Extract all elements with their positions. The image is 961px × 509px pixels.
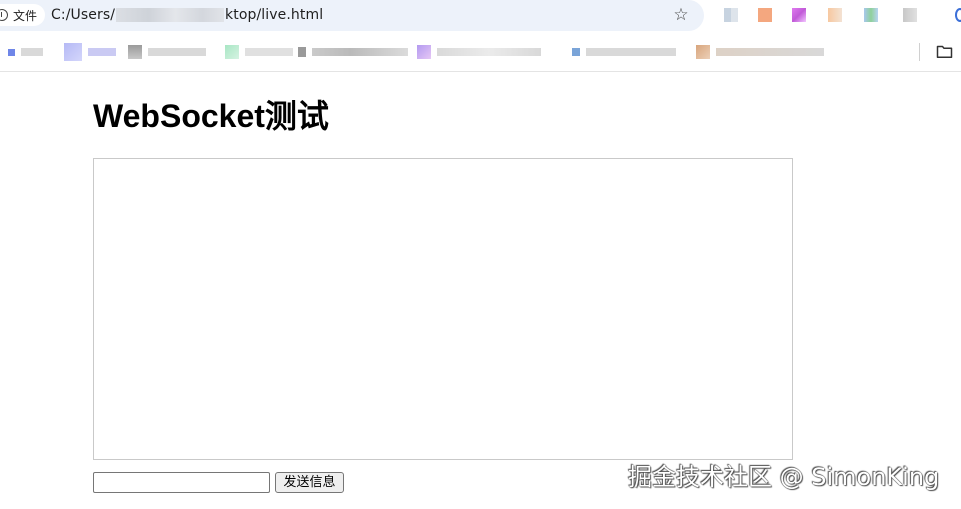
- extension-icon[interactable]: [724, 8, 738, 22]
- bookmark-item[interactable]: [298, 44, 408, 60]
- url-start: C:/Users/: [51, 7, 116, 23]
- extension-icon[interactable]: [758, 8, 772, 22]
- watermark: 掘金技术社区 @ SimonKing: [628, 463, 940, 491]
- site-info-chip[interactable]: 文件: [0, 4, 46, 26]
- url-text[interactable]: C:/Users/ ktop/live.html: [51, 6, 323, 24]
- bookmarks-bar: [0, 32, 961, 72]
- extension-icon[interactable]: [828, 8, 842, 22]
- message-input[interactable]: [93, 472, 270, 493]
- bookmark-item[interactable]: [64, 43, 116, 61]
- bookmarks-separator: [919, 43, 920, 61]
- message-display-area: [93, 158, 793, 460]
- bookmark-favicon-icon: [225, 45, 239, 59]
- site-info-label: 文件: [13, 8, 38, 23]
- bookmark-blur: [312, 48, 408, 56]
- bookmark-blur: [148, 48, 206, 56]
- star-icon[interactable]: ☆: [672, 6, 690, 24]
- profile-icon[interactable]: [955, 8, 961, 22]
- bookmark-item[interactable]: [696, 44, 824, 60]
- bookmark-blur: [437, 48, 541, 56]
- bookmark-favicon-icon: [417, 45, 431, 59]
- bookmark-item[interactable]: [572, 44, 676, 60]
- send-message-button[interactable]: 发送信息: [275, 472, 344, 493]
- bookmark-item[interactable]: [417, 44, 541, 60]
- bookmark-blur: [88, 48, 116, 56]
- bookmark-blur: [21, 48, 43, 56]
- bookmark-item[interactable]: [128, 44, 206, 60]
- address-bar[interactable]: 文件 C:/Users/ ktop/live.html ☆: [0, 0, 704, 31]
- bookmark-favicon-icon: [298, 47, 306, 57]
- url-redacted-blur: [116, 8, 225, 22]
- extension-icon[interactable]: [903, 8, 917, 22]
- browser-toolbar: 文件 C:/Users/ ktop/live.html ☆: [0, 0, 961, 32]
- extension-icon[interactable]: [792, 8, 806, 22]
- bookmark-blur: [586, 48, 676, 56]
- bookmark-item[interactable]: [8, 44, 43, 60]
- folder-icon[interactable]: [936, 44, 953, 59]
- bookmark-favicon-icon: [696, 45, 710, 59]
- bookmark-favicon-icon: [128, 45, 142, 59]
- bookmark-item[interactable]: [225, 44, 293, 60]
- bookmark-favicon-icon: [572, 48, 580, 56]
- url-end: ktop/live.html: [225, 7, 324, 23]
- info-circle-icon: [0, 9, 8, 21]
- bookmark-favicon-icon: [64, 43, 82, 61]
- bookmark-blur: [245, 48, 293, 56]
- extension-icon[interactable]: [864, 8, 878, 22]
- bookmark-blur: [716, 48, 824, 56]
- bookmark-favicon-icon: [8, 48, 15, 56]
- page-title: WebSocket测试: [93, 98, 329, 134]
